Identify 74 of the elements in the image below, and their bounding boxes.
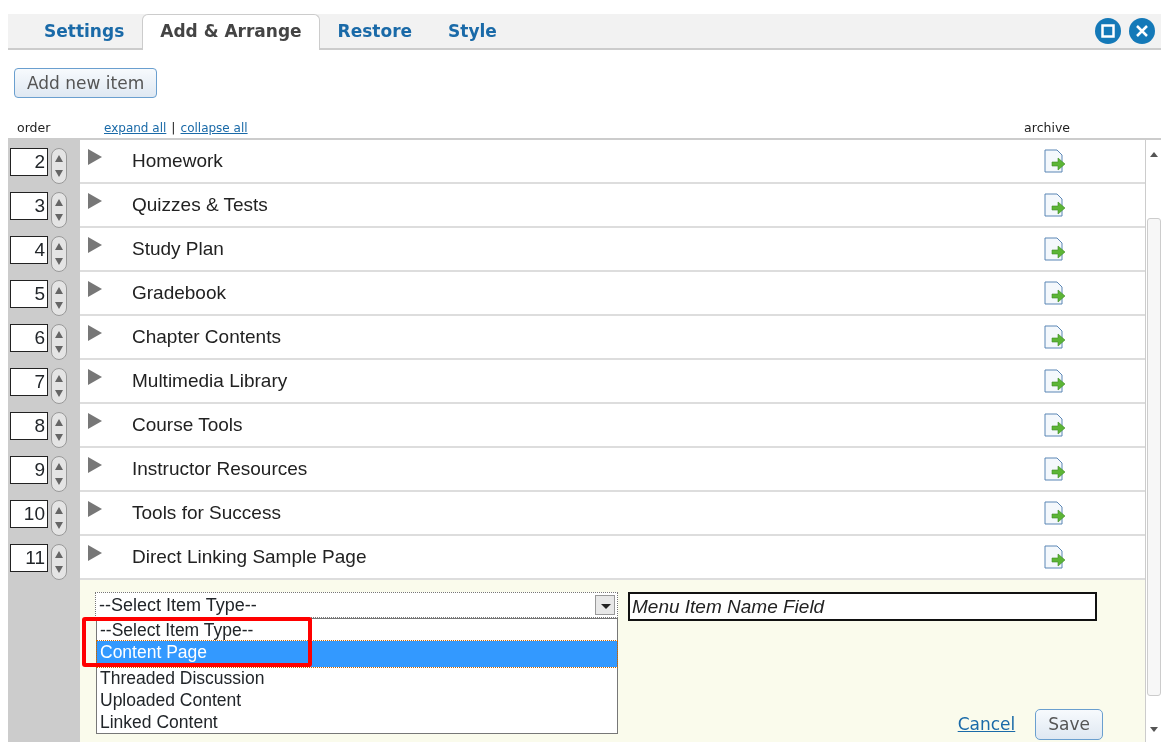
document-arrow-icon[interactable] bbox=[1044, 501, 1066, 525]
order-field[interactable]: 8 bbox=[10, 412, 48, 440]
spinner-icon[interactable] bbox=[51, 192, 67, 228]
menu-item-name-field[interactable]: Menu Item Name Field bbox=[628, 592, 1097, 621]
order-field[interactable]: 11 bbox=[10, 544, 48, 572]
save-button[interactable]: Save bbox=[1035, 708, 1103, 740]
scroll-up-icon[interactable] bbox=[1148, 150, 1159, 158]
expand-all-link[interactable]: expand all bbox=[104, 119, 167, 137]
document-arrow-icon[interactable] bbox=[1044, 237, 1066, 261]
tab[interactable]: Add & Arrange bbox=[142, 13, 320, 50]
order-field[interactable]: 2 bbox=[10, 148, 48, 176]
document-arrow-icon[interactable] bbox=[1044, 369, 1066, 393]
scrollbar-thumb[interactable] bbox=[1146, 218, 1161, 696]
item-title[interactable]: Course Tools bbox=[132, 410, 243, 440]
spinner-icon[interactable] bbox=[51, 280, 67, 316]
document-arrow-icon[interactable] bbox=[1044, 281, 1066, 305]
document-arrow-icon[interactable] bbox=[1044, 193, 1066, 217]
dropdown-caret-icon[interactable] bbox=[595, 595, 615, 615]
item-title[interactable]: Quizzes & Tests bbox=[132, 190, 268, 220]
spinner-icon[interactable] bbox=[51, 148, 67, 184]
document-arrow-icon[interactable] bbox=[1044, 545, 1066, 569]
order-field[interactable]: 7 bbox=[10, 368, 48, 396]
close-icon[interactable] bbox=[1129, 18, 1155, 44]
spinner-icon[interactable] bbox=[51, 500, 67, 536]
expand-triangle-icon[interactable] bbox=[88, 281, 102, 297]
dropdown-option[interactable]: Uploaded Content bbox=[97, 689, 617, 711]
document-arrow-icon[interactable] bbox=[1044, 457, 1066, 481]
spinner-icon[interactable] bbox=[51, 544, 67, 580]
order-field[interactable]: 10 bbox=[10, 500, 48, 528]
expand-triangle-icon[interactable] bbox=[88, 149, 102, 165]
expand-triangle-icon[interactable] bbox=[88, 325, 102, 341]
expand-triangle-icon[interactable] bbox=[88, 369, 102, 385]
document-arrow-icon[interactable] bbox=[1044, 325, 1066, 349]
expand-triangle-icon[interactable] bbox=[88, 501, 102, 517]
item-type-select[interactable]: --Select Item Type-- bbox=[95, 592, 618, 618]
separator-text: | bbox=[171, 118, 176, 137]
tab[interactable]: Settings bbox=[26, 13, 143, 50]
order-field[interactable]: 4 bbox=[10, 236, 48, 264]
order-field[interactable]: 6 bbox=[10, 324, 48, 352]
column-header: order bbox=[17, 118, 52, 137]
expand-triangle-icon[interactable] bbox=[88, 237, 102, 253]
item-title[interactable]: Homework bbox=[132, 146, 223, 176]
tab[interactable]: Restore bbox=[319, 13, 431, 50]
spinner-icon[interactable] bbox=[51, 368, 67, 404]
order-field[interactable]: 3 bbox=[10, 192, 48, 220]
item-title[interactable]: Multimedia Library bbox=[132, 366, 288, 396]
item-title[interactable]: Gradebook bbox=[132, 278, 226, 308]
scroll-down-icon[interactable] bbox=[1148, 726, 1159, 734]
expand-triangle-icon[interactable] bbox=[88, 413, 102, 429]
expand-triangle-icon[interactable] bbox=[88, 193, 102, 209]
expand-triangle-icon[interactable] bbox=[88, 457, 102, 473]
document-arrow-icon[interactable] bbox=[1044, 149, 1066, 173]
order-field[interactable]: 9 bbox=[10, 456, 48, 484]
item-title[interactable]: Direct Linking Sample Page bbox=[132, 542, 367, 572]
dropdown-option[interactable]: --Select Item Type-- bbox=[97, 619, 617, 641]
item-title[interactable]: Instructor Resources bbox=[132, 454, 308, 484]
column-header: archive bbox=[1024, 118, 1070, 137]
spinner-icon[interactable] bbox=[51, 236, 67, 272]
maximize-icon[interactable] bbox=[1095, 18, 1121, 44]
collapse-all-link[interactable]: collapse all bbox=[180, 119, 248, 137]
dropdown-option[interactable]: Threaded Discussion bbox=[97, 667, 617, 689]
dropdown-option[interactable]: Linked Content bbox=[97, 711, 617, 733]
spinner-icon[interactable] bbox=[51, 412, 67, 448]
item-title[interactable]: Tools for Success bbox=[132, 498, 281, 528]
order-field[interactable]: 5 bbox=[10, 280, 48, 308]
spinner-icon[interactable] bbox=[51, 456, 67, 492]
tab[interactable]: Style bbox=[430, 13, 515, 50]
item-title[interactable]: Chapter Contents bbox=[132, 322, 281, 352]
document-arrow-icon[interactable] bbox=[1044, 413, 1066, 437]
expand-triangle-icon[interactable] bbox=[88, 545, 102, 561]
cancel-link[interactable]: Cancel bbox=[957, 711, 1016, 737]
add-new-item-button[interactable]: Add new item bbox=[14, 68, 158, 98]
spinner-icon[interactable] bbox=[51, 324, 67, 360]
item-title[interactable]: Study Plan bbox=[132, 234, 224, 264]
